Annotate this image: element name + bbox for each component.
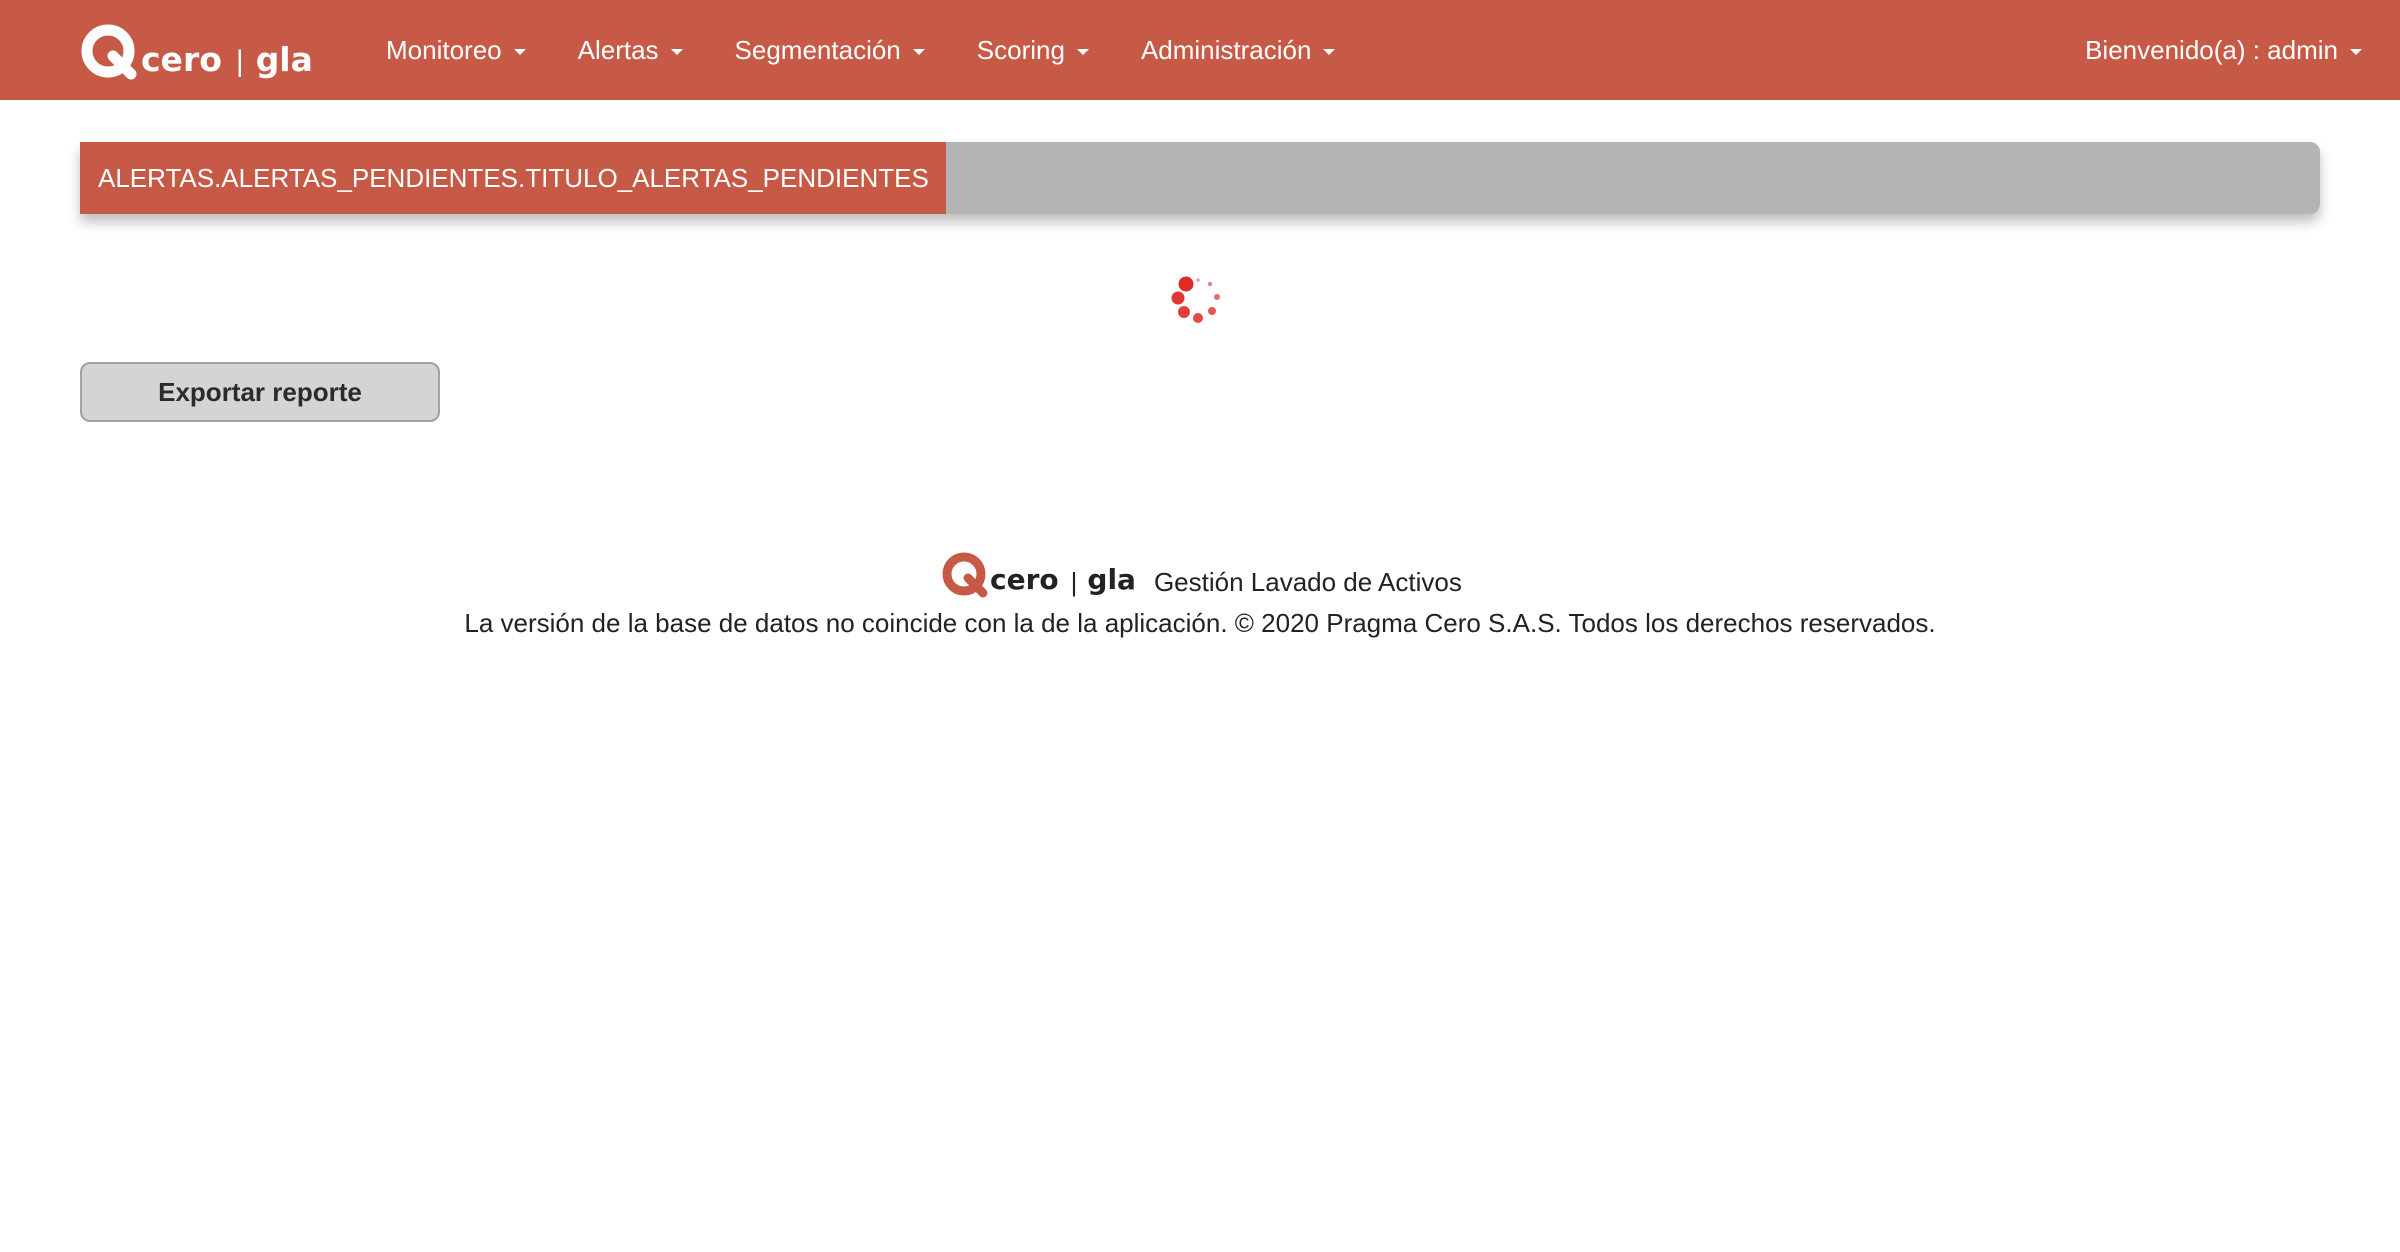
menu-label: Administración <box>1140 34 1312 65</box>
footer-brand-name: cero <box>990 563 1059 596</box>
menu-label: Alertas <box>577 34 659 65</box>
menu-label: Segmentación <box>734 34 901 65</box>
page-title-panel: ALERTAS.ALERTAS_PENDIENTES.TITULO_ALERTA… <box>80 142 2320 214</box>
footer-brand-divider: | <box>1070 567 1078 597</box>
footer-message: La versión de la base de datos no coinci… <box>464 608 1936 638</box>
top-navbar: cero | gla Monitoreo Alertas Segmentació… <box>0 0 2400 100</box>
user-menu[interactable]: Bienvenido(a) : admin <box>2085 0 2362 100</box>
brand-divider: | <box>235 45 244 78</box>
cero-logo-icon <box>940 552 988 600</box>
page-title: ALERTAS.ALERTAS_PENDIENTES.TITULO_ALERTA… <box>80 142 946 214</box>
footer-brand-product: gla <box>1087 563 1136 596</box>
cero-logo-icon <box>79 24 137 82</box>
caret-down-icon <box>1323 48 1336 55</box>
footer-brand: cero | gla Gestión Lavado de Activos <box>940 540 1462 600</box>
caret-down-icon <box>912 48 925 55</box>
footer-tagline: Gestión Lavado de Activos <box>1153 567 1462 597</box>
menu-alertas[interactable]: Alertas <box>552 0 709 100</box>
menu-segmentacion[interactable]: Segmentación <box>709 0 951 100</box>
menu-label: Monitoreo <box>386 34 502 65</box>
user-greeting: Bienvenido(a) : admin <box>2085 34 2338 65</box>
brand-product: gla <box>255 40 313 79</box>
menu-label: Scoring <box>976 34 1065 65</box>
brand-logo[interactable]: cero | gla <box>79 14 313 82</box>
brand-name: cero <box>141 40 222 79</box>
main-menu: Monitoreo Alertas Segmentación Scoring A… <box>360 0 1361 100</box>
export-report-button[interactable]: Exportar reporte <box>80 362 440 422</box>
menu-monitoreo[interactable]: Monitoreo <box>360 0 552 100</box>
caret-down-icon <box>670 48 683 55</box>
loading-spinner-icon <box>1166 272 1230 328</box>
menu-administracion[interactable]: Administración <box>1115 0 1362 100</box>
caret-down-icon <box>513 48 526 55</box>
caret-down-icon <box>1076 48 1089 55</box>
caret-down-icon <box>2350 48 2362 55</box>
menu-scoring[interactable]: Scoring <box>951 0 1115 100</box>
